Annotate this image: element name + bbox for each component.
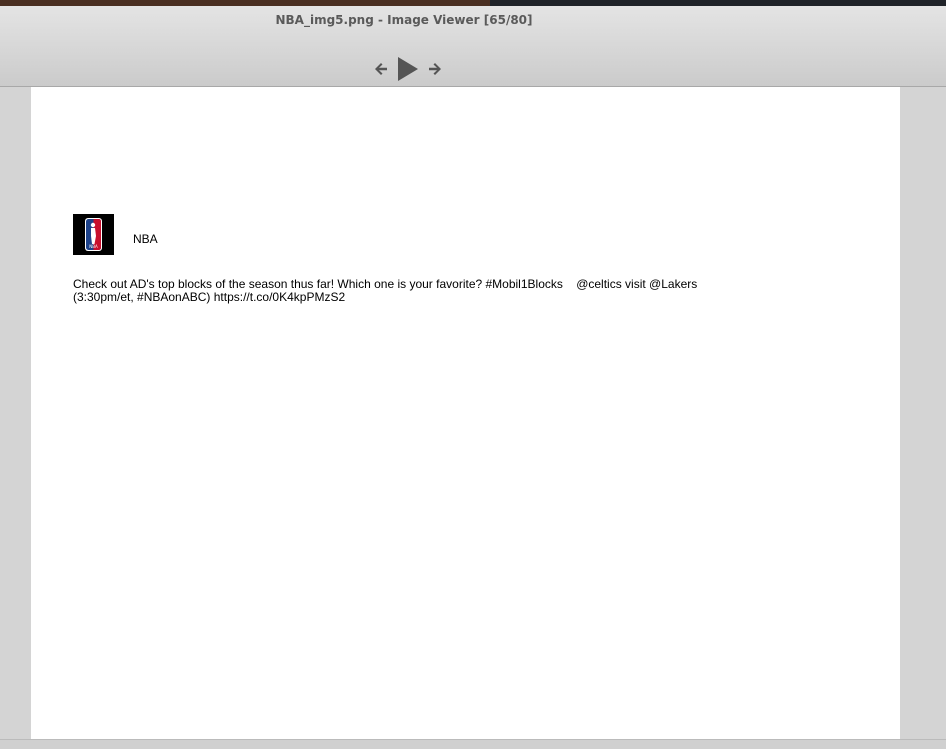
tweet-text: Check out AD's top blocks of the season … <box>73 277 698 304</box>
window-title: NBA_img5.png - Image Viewer [65/80] <box>275 13 533 27</box>
window-header: NBA_img5.png - Image Viewer [65/80] <box>0 6 946 87</box>
arrow-left-icon[interactable] <box>372 60 390 82</box>
svg-text:NBA: NBA <box>89 244 98 249</box>
nba-logo-avatar: NBA <box>73 214 114 255</box>
arrow-right-icon[interactable] <box>426 60 444 82</box>
play-icon[interactable] <box>396 56 420 86</box>
image-canvas: NBA NBA Check out AD's top blocks of the… <box>31 87 900 739</box>
navigation-toolbar <box>372 56 444 86</box>
tweet-username: NBA <box>133 232 158 246</box>
